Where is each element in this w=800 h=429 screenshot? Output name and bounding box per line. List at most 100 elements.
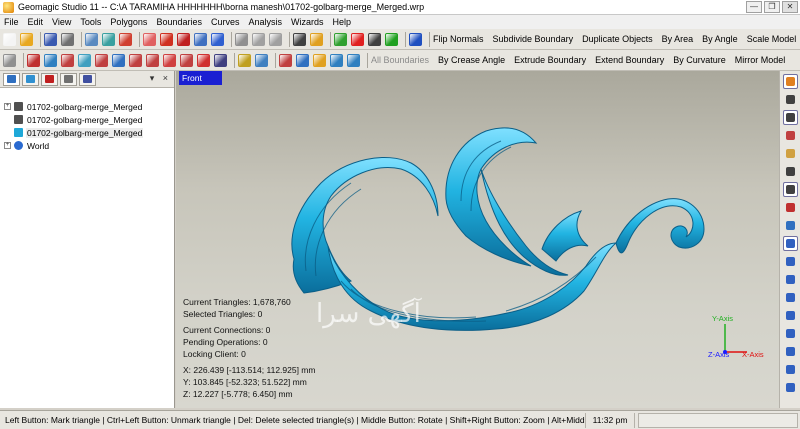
delete-icon[interactable] [3, 53, 16, 67]
menu-tools[interactable]: Tools [80, 17, 101, 27]
box-icon[interactable] [409, 32, 422, 46]
fit-view-icon[interactable] [119, 32, 132, 46]
restore-button[interactable]: ❐ [764, 1, 780, 13]
relax-icon[interactable] [61, 53, 74, 67]
view-right-icon[interactable] [783, 344, 798, 359]
select-icon[interactable] [143, 32, 156, 46]
settings-icon[interactable] [194, 32, 207, 46]
import-icon[interactable] [61, 32, 74, 46]
target-icon[interactable] [160, 32, 173, 46]
lasso-icon[interactable] [177, 32, 190, 46]
command-mirror-model[interactable]: Mirror Model [735, 55, 786, 65]
mesh-doctor-icon[interactable] [27, 53, 40, 67]
tree-node[interactable]: 01702-golbarg-merge_Merged [0, 126, 174, 139]
save-icon[interactable] [44, 32, 57, 46]
line-select-icon[interactable] [783, 164, 798, 179]
decimate-icon[interactable] [78, 53, 91, 67]
record-icon[interactable] [351, 32, 364, 46]
zoom-in-icon[interactable] [252, 32, 265, 46]
pan-icon[interactable] [102, 32, 115, 46]
command-by-crease-angle[interactable]: By Crease Angle [438, 55, 505, 65]
menu-file[interactable]: File [4, 17, 19, 27]
display-toggle-icon[interactable] [783, 74, 798, 89]
grid-tab[interactable] [79, 72, 96, 86]
thicken-icon[interactable] [146, 53, 159, 67]
command-subdivide-boundary[interactable]: Subdivide Boundary [493, 34, 574, 44]
menu-view[interactable]: View [52, 17, 71, 27]
view-left-icon[interactable] [783, 326, 798, 341]
smooth-icon[interactable] [95, 53, 108, 67]
view-custom-icon[interactable] [783, 380, 798, 395]
emboss-icon[interactable] [197, 53, 210, 67]
select-through-icon[interactable] [783, 182, 798, 197]
paint-select-icon[interactable] [783, 128, 798, 143]
menu-curves[interactable]: Curves [211, 17, 240, 27]
fill-holes-icon[interactable] [44, 53, 57, 67]
menu-analysis[interactable]: Analysis [249, 17, 283, 27]
dialog-tab[interactable] [60, 72, 77, 86]
3d-viewport[interactable]: Front آگهی سرا Current Triangles: 1,678,… [176, 71, 779, 408]
macro-icon[interactable] [334, 32, 347, 46]
command-scale-model[interactable]: Scale Model [747, 34, 797, 44]
menu-boundaries[interactable]: Boundaries [156, 17, 202, 27]
y-axis-label: Y-Axis [712, 314, 733, 323]
model-manager-icon [7, 75, 16, 83]
plane-icon[interactable] [296, 53, 309, 67]
view-iso-icon[interactable] [783, 236, 798, 251]
menu-polygons[interactable]: Polygons [110, 17, 147, 27]
pointer-icon[interactable] [783, 92, 798, 107]
pencil-icon[interactable] [310, 32, 323, 46]
view-back-icon[interactable] [783, 272, 798, 287]
sharpen-icon[interactable] [112, 53, 125, 67]
sandpaper-icon[interactable] [238, 53, 251, 67]
shade-icon[interactable] [313, 53, 326, 67]
play-icon[interactable] [385, 32, 398, 46]
menu-edit[interactable]: Edit [28, 17, 44, 27]
move-icon[interactable] [211, 32, 224, 46]
select-visible-icon[interactable] [783, 200, 798, 215]
view-front-icon[interactable] [783, 254, 798, 269]
menu-wizards[interactable]: Wizards [291, 17, 324, 27]
zoom-out-icon[interactable] [269, 32, 282, 46]
menu-help[interactable]: Help [333, 17, 352, 27]
command-flip-normals[interactable]: Flip Normals [433, 34, 484, 44]
create-boundary-icon[interactable] [347, 53, 360, 67]
select-rect-icon[interactable] [783, 110, 798, 125]
lasso-select-icon[interactable] [783, 146, 798, 161]
defeature-icon[interactable] [255, 53, 268, 67]
view-normal-icon[interactable] [783, 362, 798, 377]
command-duplicate-objects[interactable]: Duplicate Objects [582, 34, 653, 44]
shell-icon[interactable] [129, 53, 142, 67]
command-extrude-boundary[interactable]: Extrude Boundary [514, 55, 586, 65]
zoom-window-icon[interactable] [235, 32, 248, 46]
command-by-curvature[interactable]: By Curvature [673, 55, 726, 65]
command-by-area[interactable]: By Area [662, 34, 694, 44]
camera-icon[interactable] [293, 32, 306, 46]
trim-icon[interactable] [180, 53, 193, 67]
open-icon[interactable] [20, 32, 33, 46]
view-top-icon[interactable] [783, 290, 798, 305]
cut-icon[interactable] [279, 53, 292, 67]
minimize-button[interactable]: — [746, 1, 762, 13]
tree-node[interactable]: + World [0, 139, 174, 152]
expand-toggle[interactable]: + [4, 142, 11, 149]
command-by-angle[interactable]: By Angle [702, 34, 738, 44]
boolean-icon[interactable] [214, 53, 227, 67]
rotate-view-icon[interactable] [85, 32, 98, 46]
close-button[interactable]: ✕ [782, 1, 798, 13]
panel-controls[interactable]: ▾ × [150, 73, 171, 84]
lasso-select-icon-glyph [786, 149, 795, 158]
tree-node[interactable]: +01702-golbarg-merge_Merged [0, 100, 174, 113]
expand-toggle[interactable]: + [4, 103, 11, 110]
view-bottom-icon[interactable] [783, 308, 798, 323]
display-tab[interactable] [22, 72, 39, 86]
new-icon[interactable] [3, 32, 16, 46]
offset-icon[interactable] [163, 53, 176, 67]
select-all-icon[interactable] [783, 218, 798, 233]
stop-icon[interactable] [368, 32, 381, 46]
edit-boundary-icon[interactable] [330, 53, 343, 67]
command-extend-boundary[interactable]: Extend Boundary [595, 55, 664, 65]
model-manager-tab[interactable] [3, 72, 20, 86]
tree-node[interactable]: 01702-golbarg-merge_Merged [0, 113, 174, 126]
selection-tab[interactable] [41, 72, 58, 86]
